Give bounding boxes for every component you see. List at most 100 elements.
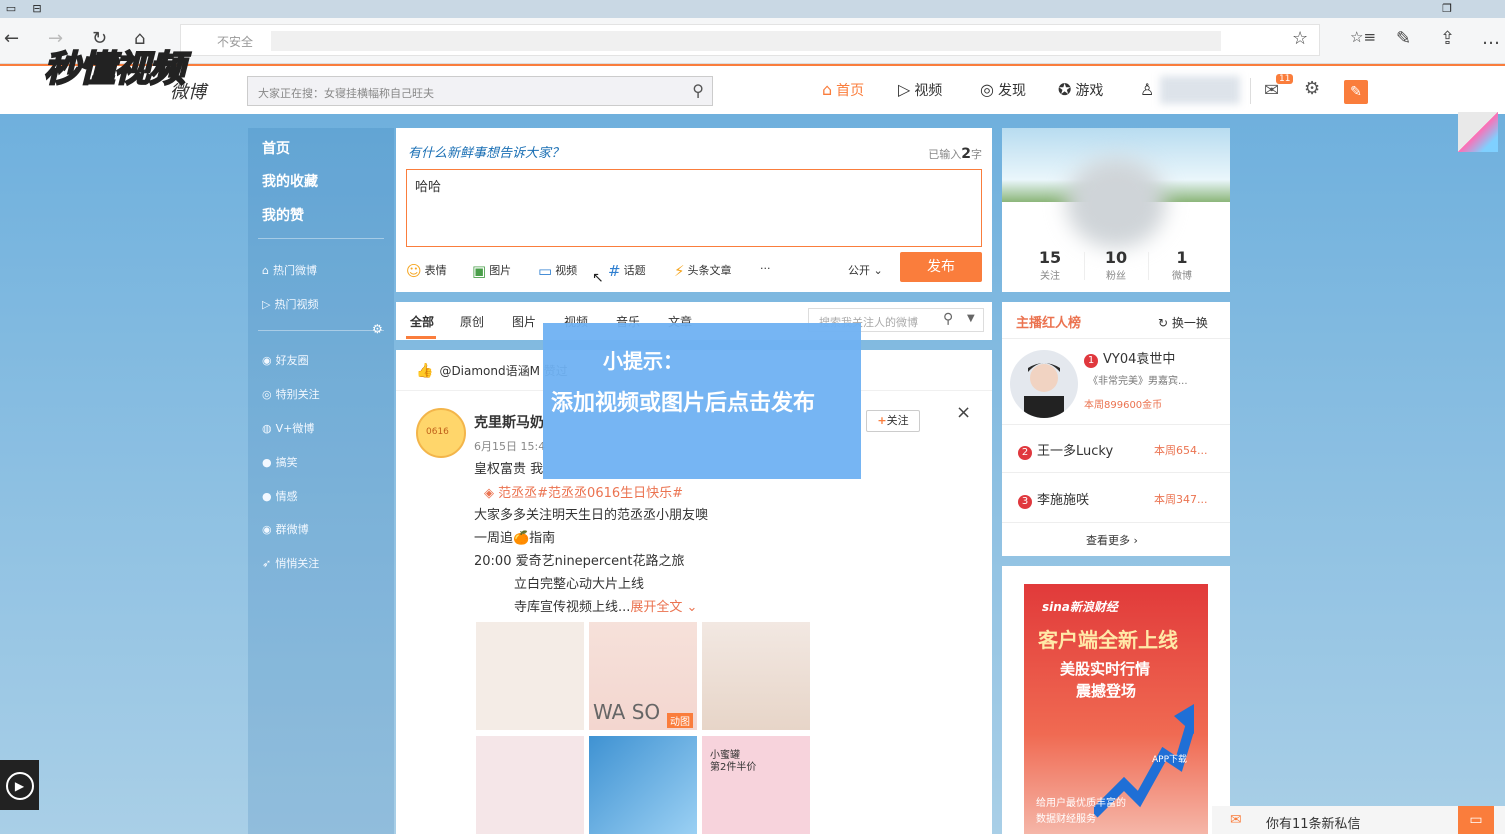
post-image[interactable] bbox=[589, 736, 697, 834]
mail-icon: ✉ bbox=[1230, 812, 1242, 828]
search-icon[interactable]: ⚲ bbox=[943, 311, 953, 327]
sidebar-item-friends[interactable]: ◉ 好友圈 bbox=[262, 352, 309, 368]
rank-divider bbox=[1002, 338, 1230, 339]
tab-images[interactable]: 图片 bbox=[512, 313, 536, 330]
new-message-bar[interactable]: ✉ 你有11条新私信 ▭ bbox=[1212, 806, 1505, 834]
dropdown-icon[interactable]: ▼ bbox=[967, 313, 975, 324]
rank-2-week: 本周654... bbox=[1154, 444, 1208, 457]
see-more-link[interactable]: 查看更多 › bbox=[1086, 532, 1138, 548]
chat-icon[interactable]: ▭ bbox=[1458, 806, 1494, 834]
ad-line-3: 震撼登场 bbox=[1076, 682, 1137, 700]
visibility-select[interactable]: 公开 ⌄ bbox=[848, 262, 883, 278]
video-button[interactable]: ▭ 视频 bbox=[538, 262, 577, 280]
sidebar-item-special[interactable]: ◎ 特别关注 bbox=[262, 386, 320, 402]
search-icon[interactable]: ⚲ bbox=[692, 81, 704, 100]
tag-link[interactable]: 范丞丞 bbox=[498, 486, 537, 501]
avatar[interactable] bbox=[1066, 158, 1166, 248]
sidebar-item-emotion[interactable]: ● 情感 bbox=[262, 488, 298, 504]
sidebar-item-secret[interactable]: ➶ 悄悄关注 bbox=[262, 555, 319, 571]
url-field[interactable]: 不安全 bbox=[180, 24, 1320, 56]
avatar[interactable]: 0616 bbox=[416, 408, 466, 458]
favorites-icon[interactable]: ☆≡ bbox=[1350, 28, 1376, 46]
stat-following[interactable]: 15 关注 bbox=[1012, 248, 1088, 282]
message-badge: 11 bbox=[1276, 74, 1294, 84]
tip-title: 小提示： bbox=[603, 349, 683, 373]
stat-posts[interactable]: 1 微博 bbox=[1144, 248, 1220, 282]
rank-number-badge: 1 bbox=[1084, 354, 1098, 368]
star-icon[interactable]: ☆ bbox=[1292, 28, 1308, 49]
promo-text: 小蜜罐 第2件半价 bbox=[710, 750, 756, 774]
article-button[interactable]: ⚡ 头条文章 bbox=[674, 262, 732, 280]
composer-textarea[interactable]: 哈哈 bbox=[406, 169, 982, 247]
emoji-button[interactable]: ☺ 表情 bbox=[406, 262, 447, 280]
rank-2-name[interactable]: 2 王一多Lucky bbox=[1018, 440, 1113, 460]
search-input[interactable]: 大家正在搜：女寝挂横幅称自己旺夫 ⚲ bbox=[247, 76, 713, 106]
tip-overlay: 小提示： 添加视频或图片后点击发布 bbox=[543, 323, 861, 479]
hashtag-link[interactable]: #范丞丞0616生日快乐# bbox=[537, 486, 683, 501]
image-caption: WA SO bbox=[593, 700, 661, 724]
nav-game[interactable]: ✪ 游戏 bbox=[1058, 80, 1103, 100]
tip-body: 添加视频或图片后点击发布 bbox=[551, 391, 816, 416]
more-icon[interactable]: … bbox=[1482, 28, 1500, 49]
rank-name-text: 李施施咲 bbox=[1037, 493, 1090, 508]
back-icon[interactable]: ← bbox=[4, 28, 19, 49]
post-composer: 有什么新鲜事想告诉大家？ 已输入2字 哈哈 ☺ 表情 ▣ 图片 ▭ 视频 # 话题 ⚡ 头… bbox=[396, 128, 992, 292]
stat-value: 1 bbox=[1176, 248, 1188, 267]
pen-icon[interactable]: ✎ bbox=[1396, 28, 1411, 49]
rank-divider bbox=[1002, 424, 1230, 425]
chevron-down-icon[interactable]: ⌄ bbox=[682, 600, 698, 615]
image-button[interactable]: ▣ 图片 bbox=[472, 262, 511, 280]
rank-1-name[interactable]: 1 VY04袁世中 bbox=[1084, 348, 1175, 368]
url-security-text: 不安全 bbox=[217, 35, 254, 49]
dot-icon: ● bbox=[262, 456, 272, 469]
rank-name-text: VY04袁世中 bbox=[1103, 352, 1176, 367]
nav-home[interactable]: ⌂ 首页 bbox=[822, 80, 864, 100]
tab-icon[interactable]: ⊟ bbox=[26, 0, 48, 18]
sidebar-item-home[interactable]: 首页 bbox=[262, 138, 290, 158]
post-image[interactable] bbox=[476, 736, 584, 834]
post-image[interactable] bbox=[476, 622, 584, 730]
close-icon[interactable]: × bbox=[956, 402, 971, 423]
post-image[interactable]: WA SO 动图 bbox=[589, 622, 697, 730]
sidebar-item-hot-video[interactable]: ▷ 热门视频 bbox=[262, 296, 318, 312]
plus-icon: + bbox=[877, 414, 887, 427]
video-icon: ▭ bbox=[538, 262, 553, 280]
hashtag-icon: # bbox=[608, 262, 621, 280]
rank-3-name[interactable]: 3 李施施咲 bbox=[1018, 489, 1089, 509]
ad-banner[interactable]: sina新浪财经 客户端全新上线 美股实时行情 震撼登场 给用户最优质丰富的 数据… bbox=[1024, 584, 1208, 834]
avatar[interactable] bbox=[1010, 350, 1078, 418]
tab-original[interactable]: 原创 bbox=[460, 313, 484, 330]
gear-icon[interactable]: ⚙ bbox=[1304, 78, 1320, 99]
share-icon[interactable]: ⇪ bbox=[1440, 28, 1455, 49]
sidebar-item-favorites[interactable]: 我的收藏 bbox=[262, 171, 318, 191]
sidebar-item-likes[interactable]: 我的赞 bbox=[262, 205, 304, 225]
nav-user[interactable]: ♙ bbox=[1140, 80, 1158, 99]
tab-active-indicator bbox=[406, 336, 436, 339]
publish-button[interactable]: 发布 bbox=[900, 252, 982, 282]
avatar-illustration bbox=[1024, 363, 1064, 418]
topic-button[interactable]: # 话题 bbox=[608, 262, 646, 280]
nav-video[interactable]: ▷ 视频 bbox=[898, 80, 942, 100]
sidebar-item-funny[interactable]: ● 搞笑 bbox=[262, 454, 298, 470]
ad-headline: 客户端全新上线 bbox=[1038, 628, 1178, 652]
compose-icon[interactable]: ✎ bbox=[1344, 80, 1368, 104]
nav-discover[interactable]: ◎ 发现 bbox=[980, 80, 1026, 100]
video-play-button[interactable]: ▶ bbox=[0, 760, 39, 810]
stat-followers[interactable]: 10 粉丝 bbox=[1078, 248, 1154, 282]
tool-label: 表情 bbox=[424, 264, 447, 277]
sidebar-item-hot-weibo[interactable]: ⌂ 热门微博 bbox=[262, 262, 317, 278]
post-image[interactable]: 小蜜罐 第2件半价 bbox=[702, 736, 810, 834]
sidebar-item-group[interactable]: ◉ 群微博 bbox=[262, 521, 309, 537]
post-image[interactable] bbox=[702, 622, 810, 730]
gear-icon[interactable]: ⚙ bbox=[372, 322, 383, 336]
follow-button[interactable]: +关注 bbox=[866, 410, 920, 432]
post-author[interactable]: 克里斯马奶 bbox=[474, 412, 544, 432]
url-text-blurred bbox=[271, 31, 1221, 51]
sidebar-item-vplus[interactable]: ◍ V+微博 bbox=[262, 420, 314, 436]
post-time[interactable]: 6月15日 15:4 bbox=[474, 438, 545, 454]
more-tools-button[interactable]: ··· bbox=[760, 262, 771, 275]
refresh-button[interactable]: ↻ 换一换 bbox=[1158, 314, 1208, 331]
maximize-icon[interactable]: ❐ bbox=[1436, 0, 1458, 18]
expand-link[interactable]: 展开全文 bbox=[630, 600, 682, 615]
tab-all[interactable]: 全部 bbox=[410, 313, 434, 330]
